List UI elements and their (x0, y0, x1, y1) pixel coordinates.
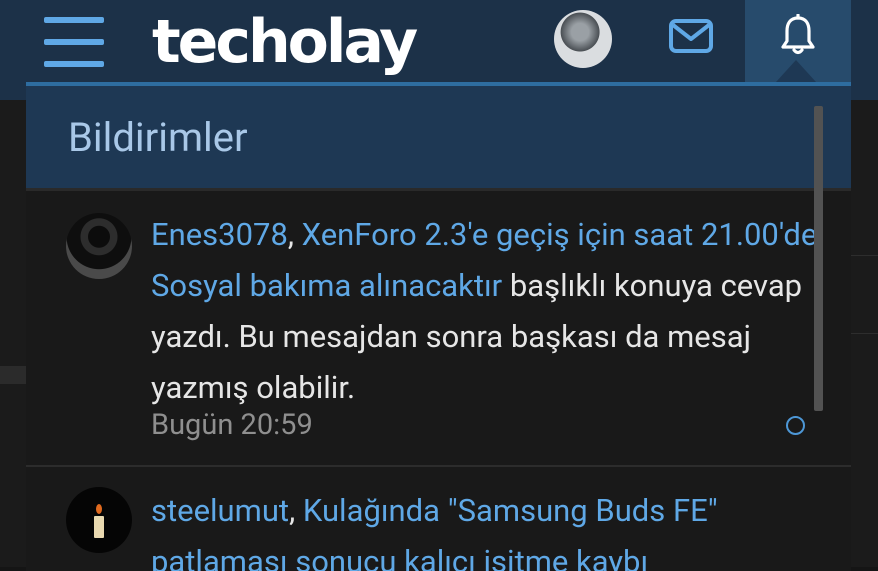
dropdown-scrollbar[interactable] (814, 106, 823, 411)
background-left (0, 100, 26, 567)
notification-item[interactable]: Enes3078, XenForo 2.3'e geçiş için saat … (26, 191, 851, 467)
notification-separator: , (287, 216, 302, 253)
notification-user-link[interactable]: steelumut (151, 492, 289, 529)
notification-separator: , (289, 492, 303, 529)
notification-item[interactable]: steelumut, Kulağında "Samsung Buds FE" p… (26, 467, 851, 571)
notification-avatar[interactable] (66, 213, 132, 279)
notifications-dropdown: Bildirimler Enes3078, XenForo 2.3'e geçi… (26, 82, 851, 571)
candle-icon (94, 504, 104, 538)
user-avatar[interactable] (554, 10, 612, 68)
notification-avatar[interactable] (66, 487, 132, 553)
background-right (851, 100, 878, 567)
envelope-icon[interactable] (668, 18, 714, 54)
unread-circle-icon[interactable] (786, 416, 805, 435)
hamburger-menu-icon[interactable] (44, 17, 104, 67)
dropdown-header: Bildirimler (26, 86, 851, 191)
dropdown-title: Bildirimler (68, 114, 248, 161)
notification-user-link[interactable]: Enes3078 (151, 216, 288, 253)
bell-icon (781, 14, 815, 55)
notification-text: steelumut, Kulağında "Samsung Buds FE" p… (151, 485, 831, 571)
dropdown-caret (776, 60, 816, 82)
notification-text: Enes3078, XenForo 2.3'e geçiş için saat … (151, 209, 831, 413)
site-logo[interactable]: techolay (152, 6, 418, 78)
notification-time: Bugün 20:59 (151, 408, 313, 442)
